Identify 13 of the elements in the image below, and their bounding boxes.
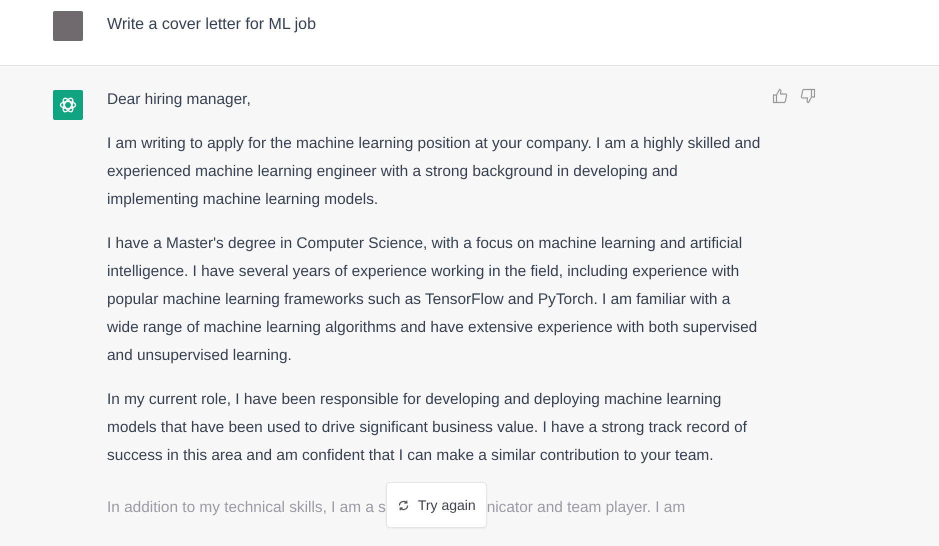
thumbs-down-icon[interactable] [800,88,816,104]
user-message: Write a cover letter for ML job [107,15,316,35]
response-text: nicator and team player. I am [486,498,686,518]
assistant-logo-icon [53,90,83,120]
refresh-icon [396,498,410,512]
user-avatar [53,11,83,41]
response-paragraph: In my current role, I have been responsible for developing and deploying machine learning models that have been used to drive significant business value. I have a strong track record of success in this area and am confident that I can make a similar contribution to your team. [107,390,748,466]
response-text: In addition to my technical skills, I am a s [107,498,386,518]
response-paragraph: I am writing to apply for the machine learning position at your company. I am a highly skilled and experienced machine learning engineer with a strong background in developing and implementing machine learning models. [107,134,762,210]
thumbs-up-icon[interactable] [772,88,788,104]
response-paragraph: Dear hiring manager, [107,90,252,110]
try-again-button[interactable]: Try again [386,482,487,528]
response-paragraph: I have a Master's degree in Computer Science, with a focus on machine learning and artificial intelligence. I have several years of experience working in the field, including experience with popular machine learning frameworks such as TensorFlow and PyTorch. I am familiar with a wide range of machine learning algorithms and have extensive experience with both supervised and unsupervised learning. [107,234,758,366]
